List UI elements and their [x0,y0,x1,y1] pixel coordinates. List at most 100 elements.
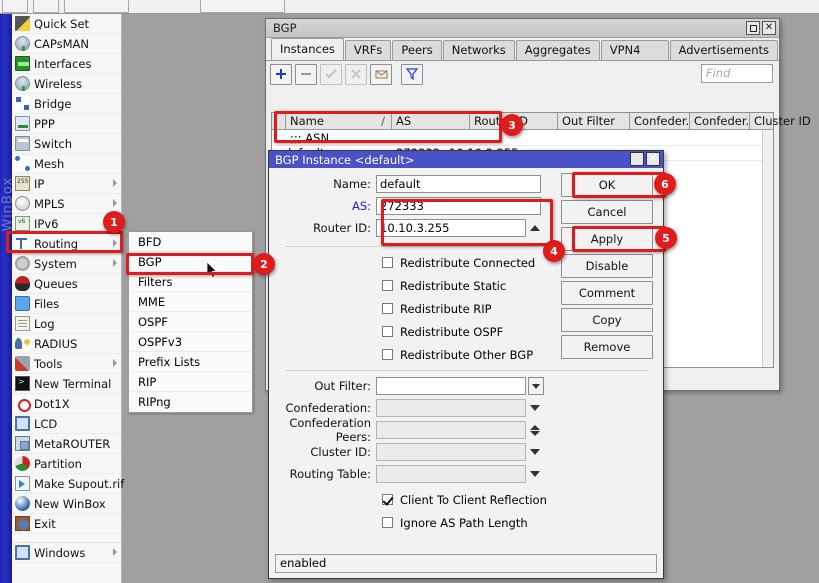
field-confederationpeers-stepper[interactable] [529,421,541,439]
menu-item-switch[interactable]: Switch [12,134,121,154]
toolbar-button-2[interactable] [33,0,59,13]
toolbar-button-4[interactable] [200,0,285,13]
submenu-item-ospfv3[interactable]: OSPFv3 [129,332,252,352]
cancel-button[interactable]: Cancel [561,200,653,224]
field-input-as[interactable]: 272333 [376,197,541,215]
menu-item-tools[interactable]: Tools [12,354,121,374]
menu-item-ppp[interactable]: PPP [12,114,121,134]
checkbox-ignore-as-path-length[interactable] [382,517,393,528]
disable-icon[interactable] [345,64,367,85]
dialog-titlebar[interactable]: BGP Instance <default> ✕ [269,151,663,168]
menu-item-mpls[interactable]: MPLS [12,194,121,214]
menu-item-system[interactable]: System [12,254,121,274]
enable-icon[interactable] [320,64,342,85]
search-input[interactable]: Find [701,64,773,83]
ok-button[interactable]: OK [561,173,653,197]
menu-item-lcd[interactable]: LCD [12,414,121,434]
menu-item-mesh[interactable]: Mesh [12,154,121,174]
apply-button[interactable]: Apply [561,227,653,251]
remove-button[interactable]: Remove [561,335,653,359]
field-input-confederation[interactable] [376,399,526,417]
menu-item-log[interactable]: Log [12,314,121,334]
menu-item-interfaces[interactable]: Interfaces [12,54,121,74]
filter-icon[interactable] [401,64,423,85]
field-routerid-spinner[interactable] [529,219,541,237]
column-header-out-filter[interactable]: Out Filter [558,113,630,129]
field-routingtable-dropdown-icon[interactable] [529,465,541,483]
switch-icon [15,136,30,151]
column-header-label: AS [396,114,411,128]
menu-item-metarouter[interactable]: MetaROUTER [12,434,121,454]
menu-item-wireless[interactable]: Wireless [12,74,121,94]
checkbox-client-to-client-reflection[interactable] [382,494,393,505]
submenu-item-rip[interactable]: RIP [129,372,252,392]
field-clusterid-dropdown-icon[interactable] [529,443,541,461]
dialog-close-icon[interactable]: ✕ [646,152,660,166]
menu-item-make-supout-rif[interactable]: Make Supout.rif [12,474,121,494]
checkbox-redistribute-ospf[interactable] [382,326,393,337]
menu-item-new-winbox[interactable]: New WinBox [12,494,121,514]
column-header-confeder-[interactable]: Confeder... [630,113,690,129]
disable-button[interactable]: Disable [561,254,653,278]
submenu-item-filters[interactable]: Filters [129,272,252,292]
submenu-item-ospf[interactable]: OSPF [129,312,252,332]
menu-item-bridge[interactable]: Bridge [12,94,121,114]
field-input-routingtable[interactable] [376,465,526,483]
field-input-clusterid[interactable] [376,443,526,461]
menu-item-capsman[interactable]: CAPsMAN [12,34,121,54]
close-icon[interactable]: ✕ [762,21,776,35]
checkbox-redistribute-rip[interactable] [382,303,393,314]
checkbox-redistribute-other-bgp[interactable] [382,349,393,360]
menu-item-ip[interactable]: IP [12,174,121,194]
tab-vpn4-routes[interactable]: VPN4 Routes [601,40,669,60]
menu-item-label: Dot1X [30,397,70,411]
menu-item-quick-set[interactable]: Quick Set [12,14,121,34]
menu-item-partition[interactable]: Partition [12,454,121,474]
tab-vrfs[interactable]: VRFs [345,40,391,60]
tab-peers[interactable]: Peers [392,40,441,60]
comment-icon[interactable] [370,64,392,85]
bgp-window-titlebar[interactable]: BGP ✕ [266,19,779,38]
menu-item-routing[interactable]: Routing [12,234,121,254]
field-outfilter-dropdown-button[interactable] [528,377,544,395]
menu-item-dot1x[interactable]: Dot1X [12,394,121,414]
submenu-item-bgp[interactable]: BGP [129,252,252,272]
tab-advertisements[interactable]: Advertisements [670,40,778,60]
tab-aggregates[interactable]: Aggregates [516,40,600,60]
maximize-icon[interactable] [746,21,760,35]
checkbox-redistribute-static[interactable] [382,280,393,291]
comment-button[interactable]: Comment [561,281,653,305]
field-input-outfilter[interactable] [376,377,526,395]
menu-item-radius[interactable]: RADIUS [12,334,121,354]
tab-instances[interactable]: Instances [271,38,344,60]
table-row[interactable]: ;;; ASN [272,130,773,146]
add-icon[interactable] [270,64,292,85]
menu-item-exit[interactable]: Exit [12,514,121,534]
vertical-scrollbar[interactable] [762,130,773,367]
field-input-confederationpeers[interactable] [376,421,526,439]
menu-item-files[interactable]: Files [12,294,121,314]
field-input-routerid[interactable]: 10.10.3.255 [376,219,526,237]
column-header-as[interactable]: AS [392,113,470,129]
field-label-as: AS: [269,199,376,213]
menu-item-windows[interactable]: Windows [12,543,121,563]
toolbar-button-3[interactable] [64,0,129,13]
column-header-confeder-[interactable]: Confeder... [690,113,750,129]
submenu-item-prefix-lists[interactable]: Prefix Lists [129,352,252,372]
column-header-cluster-id[interactable]: Cluster ID [750,113,819,129]
field-confederation-dropdown-icon[interactable] [529,399,541,417]
submenu-item-bfd[interactable]: BFD [129,232,252,252]
column-header-name[interactable]: Name/ [286,113,392,129]
remove-icon[interactable] [295,64,317,85]
copy-button[interactable]: Copy [561,308,653,332]
submenu-item-mme[interactable]: MME [129,292,252,312]
exit-icon [15,516,30,531]
tab-networks[interactable]: Networks [443,40,515,60]
menu-item-queues[interactable]: Queues [12,274,121,294]
toolbar-button-1[interactable] [2,0,28,13]
menu-item-new-terminal[interactable]: New Terminal [12,374,121,394]
field-input-name[interactable]: default [376,175,541,193]
dialog-maximize-icon[interactable] [630,152,644,166]
checkbox-redistribute-connected[interactable] [382,257,393,268]
submenu-item-ripng[interactable]: RIPng [129,392,252,412]
